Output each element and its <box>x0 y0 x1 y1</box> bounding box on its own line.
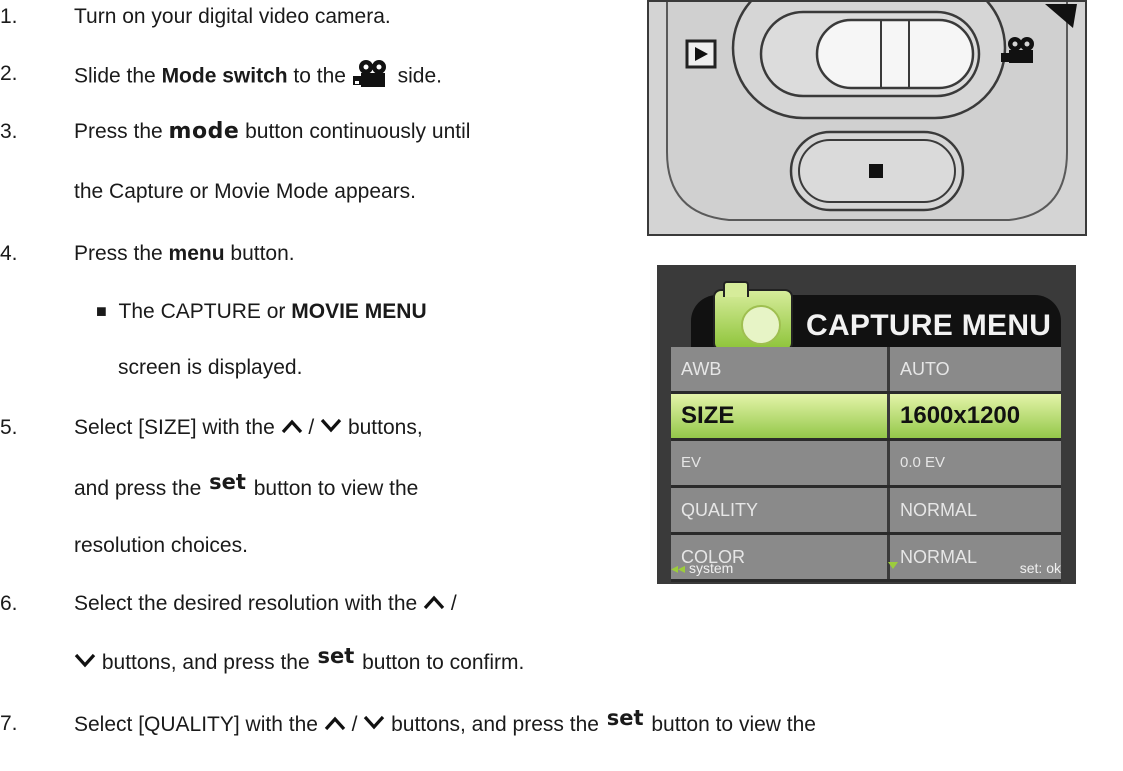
step-text-part: buttons, <box>342 416 423 439</box>
step-text: Press the mode button continuously until <box>74 120 470 144</box>
menu-row-label: EV <box>671 441 887 485</box>
stop-icon <box>869 164 883 178</box>
menu-list: AWB AUTO SIZE 1600x1200 EV 0.0 EV QUALIT… <box>671 347 1061 582</box>
step-text: Press the menu button. <box>74 242 295 266</box>
step-text-part: buttons, and press the <box>385 713 605 736</box>
camera-controls-illustration <box>647 0 1087 236</box>
step-text: and press the set button to view the <box>74 470 419 501</box>
step-text-part: Press the <box>74 242 169 265</box>
step-number: 3. <box>0 120 18 143</box>
step-text-part: Select [QUALITY] with the <box>74 713 324 736</box>
step-number: 7. <box>0 712 18 735</box>
menu-footer: ◂◂ system set: ok <box>671 558 1061 580</box>
step-number: 6. <box>0 592 18 615</box>
playback-icon <box>685 39 717 69</box>
step-number: 4. <box>0 242 18 265</box>
step-text-part: button to confirm. <box>356 651 525 674</box>
step-text-part: button to view the <box>645 713 816 736</box>
step-number: 2. <box>0 62 18 85</box>
menu-row-value: 1600x1200 <box>890 394 1061 438</box>
movie-camera-icon <box>352 60 392 88</box>
step-bold-text: menu <box>168 242 225 265</box>
step-text: Select the desired resolution with the / <box>74 592 457 616</box>
camera-lens <box>741 305 781 345</box>
menu-title: CAPTURE MENU <box>806 309 1052 342</box>
step-text-part: Slide the <box>74 64 162 88</box>
capture-menu-screen: CAPTURE MENU AWB AUTO SIZE 1600x1200 EV … <box>657 265 1076 584</box>
step-text-part: to the <box>287 64 352 88</box>
bullet-marker: ■ <box>96 301 107 321</box>
stop-button-illustration <box>789 130 965 212</box>
step-bold-text: Mode switch <box>161 64 288 88</box>
step-text-part: The CAPTURE or <box>118 300 292 323</box>
bullet-text: ■ The CAPTURE or MOVIE MENU <box>96 300 427 324</box>
step-continuation: resolution choices. <box>74 534 248 557</box>
step-text-part: Select [SIZE] with the <box>74 416 281 439</box>
step-text-part: button continuously until <box>239 120 471 143</box>
menu-row-size[interactable]: SIZE 1600x1200 <box>671 394 1061 441</box>
menu-row-label: SIZE <box>671 394 887 438</box>
step-text-part: Select the desired resolution with the <box>74 592 424 615</box>
step-text: Select [SIZE] with the / buttons, <box>74 416 423 440</box>
set-button-word: set <box>606 706 644 730</box>
camera-flash <box>723 281 749 297</box>
step-text: Select [QUALITY] with the / buttons, and… <box>74 706 816 737</box>
set-button-word: set <box>317 644 355 668</box>
chevron-down-icon <box>74 651 96 674</box>
menu-row-label: AWB <box>671 347 887 391</box>
menu-row-ev[interactable]: EV 0.0 EV <box>671 441 1061 488</box>
mode-button-word: mode <box>168 119 240 144</box>
step-text-part: button. <box>224 242 295 265</box>
step-text-part: / <box>345 713 364 736</box>
step-text-part: / <box>445 592 457 615</box>
menu-row-awb[interactable]: AWB AUTO <box>671 347 1061 394</box>
double-chevron-left-icon: ◂◂ <box>671 560 686 576</box>
step-continuation: the Capture or Movie Mode appears. <box>74 180 417 203</box>
set-button-word: set <box>209 470 246 494</box>
chevron-down-icon <box>363 713 385 736</box>
step-text: Turn on your digital video camera. <box>74 5 391 28</box>
menu-row-label: QUALITY <box>671 488 887 532</box>
step-text-part: / <box>302 416 321 439</box>
step-text-part: button to view the <box>247 477 419 500</box>
camera-icon <box>713 281 793 351</box>
step-text-part: Press the <box>74 120 169 143</box>
step-text-part: buttons, and press the <box>96 651 316 674</box>
menu-row-quality[interactable]: QUALITY NORMAL <box>671 488 1061 535</box>
step-number: 1. <box>0 5 18 28</box>
menu-row-value: AUTO <box>890 347 1061 391</box>
menu-header: CAPTURE MENU <box>691 281 1061 351</box>
step-text: Slide the Mode switch to the side. <box>74 60 442 92</box>
bullet-continuation: screen is displayed. <box>118 356 303 379</box>
step-text-part: and press the <box>74 477 208 500</box>
chevron-up-icon <box>281 416 303 439</box>
footer-system-label: system <box>688 560 734 576</box>
menu-row-value: NORMAL <box>890 488 1061 532</box>
menu-footer-left: ◂◂ system <box>671 560 733 577</box>
step-number: 5. <box>0 416 18 439</box>
camera-controls-drawing <box>666 2 1077 221</box>
step-text: buttons, and press the set button to con… <box>74 644 525 675</box>
menu-row-value: 0.0 EV <box>890 441 1061 485</box>
chevron-up-icon <box>423 592 445 615</box>
scroll-down-icon <box>887 558 899 574</box>
step-bold-text: MOVIE MENU <box>291 300 427 323</box>
footer-set-ok-label: set: ok <box>1019 560 1061 576</box>
step-text-part: side. <box>391 64 442 88</box>
chevron-up-icon <box>324 713 346 736</box>
chevron-down-icon <box>320 416 342 439</box>
